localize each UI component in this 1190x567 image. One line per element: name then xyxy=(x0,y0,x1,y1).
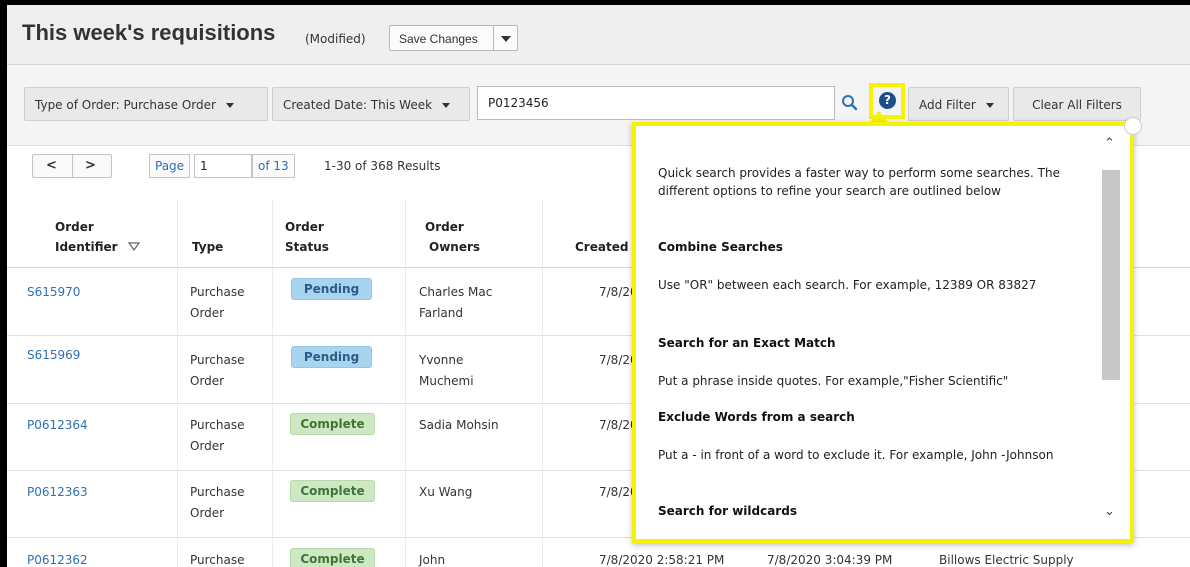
type-cell: Purchase Order xyxy=(190,415,245,457)
owner-line: Yvonne xyxy=(419,353,464,367)
type-line: Purchase xyxy=(190,353,245,367)
popover-scrollbar[interactable]: ⌃ ⌄ xyxy=(1100,134,1122,529)
column-divider xyxy=(405,200,406,567)
owner-cell: Sadia Mohsin xyxy=(419,418,499,432)
type-line: Purchase xyxy=(190,485,245,499)
scrollbar-thumb[interactable] xyxy=(1102,170,1120,380)
chevron-down-icon[interactable]: ⌄ xyxy=(1104,504,1115,519)
chevron-down-icon xyxy=(985,103,994,108)
owner-cell: Xu Wang xyxy=(419,485,473,499)
type-line: Purchase xyxy=(190,285,245,299)
updated-cell: 7/8/2020 3:04:39 PM xyxy=(767,553,893,567)
chevron-up-icon[interactable]: ⌃ xyxy=(1104,136,1115,151)
created-date-filter[interactable]: Created Date: This Week xyxy=(272,87,470,121)
type-of-order-label: Type of Order: Purchase Order xyxy=(35,98,216,112)
modified-label: (Modified) xyxy=(305,32,366,46)
popover-heading: Combine Searches xyxy=(658,240,783,254)
popover-arrow xyxy=(870,111,888,122)
page-nav-buttons: < > xyxy=(32,154,112,178)
page-number-input[interactable]: 1 xyxy=(194,154,252,178)
page-title: This week's requisitions xyxy=(22,20,276,45)
header-line: Identifier xyxy=(55,237,140,257)
chevron-down-icon xyxy=(501,36,511,42)
type-cell: Purchase Order xyxy=(190,482,245,524)
type-line: Order xyxy=(190,439,225,453)
header-line: Owners xyxy=(429,240,481,254)
column-divider xyxy=(542,200,543,567)
popover-section-text: Use "OR" between each search. For exampl… xyxy=(658,278,1037,292)
status-badge: Complete xyxy=(290,480,375,502)
header-text: Identifier xyxy=(55,240,118,254)
quick-search-input[interactable]: P0123456 xyxy=(477,86,835,120)
status-badge: Complete xyxy=(290,413,375,435)
owner-cell: Charles Mac Farland xyxy=(419,282,492,324)
add-filter-label: Add Filter xyxy=(919,98,976,112)
search-icon[interactable] xyxy=(841,94,859,112)
owner-line: Charles Mac xyxy=(419,285,493,299)
quick-search-help-popover: Quick search provides a faster way to pe… xyxy=(632,122,1134,543)
col-header-order-identifier[interactable]: Order Identifier xyxy=(55,217,140,257)
col-header-order-owners[interactable]: Order Owners xyxy=(425,217,480,257)
chevron-down-icon xyxy=(225,103,234,108)
header-line: Status xyxy=(285,240,329,254)
save-changes-button[interactable]: Save Changes xyxy=(389,25,494,51)
owner-line: Muchemi xyxy=(419,374,474,388)
title-bar: This week's requisitions (Modified) Save… xyxy=(7,5,1190,65)
popover-close-icon[interactable] xyxy=(1124,117,1142,135)
type-of-order-filter[interactable]: Type of Order: Purchase Order xyxy=(24,87,268,121)
created-cell: 7/8/2020 2:58:21 PM xyxy=(599,553,725,567)
header-line: Order xyxy=(285,220,324,234)
status-badge: Pending xyxy=(291,346,372,368)
order-id-link[interactable]: P0612364 xyxy=(27,415,88,436)
add-filter-button[interactable]: Add Filter xyxy=(908,87,1009,121)
order-id-link[interactable]: P0612363 xyxy=(27,482,88,503)
owner-line: Farland xyxy=(419,306,463,320)
type-line: Order xyxy=(190,506,225,520)
type-line: Purchase xyxy=(190,418,245,432)
sort-triangle-icon[interactable] xyxy=(127,242,140,252)
prev-page-button[interactable]: < xyxy=(46,158,57,173)
owner-cell: John xyxy=(419,553,446,567)
popover-heading: Search for an Exact Match xyxy=(658,336,836,350)
order-id-link[interactable]: S615970 xyxy=(27,282,80,303)
header-line: Order xyxy=(425,220,464,234)
type-line: Order xyxy=(190,306,225,320)
column-divider xyxy=(272,200,273,567)
results-count: 1-30 of 368 Results xyxy=(324,159,441,173)
divider xyxy=(72,155,73,177)
popover-heading: Exclude Words from a search xyxy=(658,410,855,424)
status-badge: Complete xyxy=(290,548,375,567)
save-options-dropdown[interactable] xyxy=(494,25,518,51)
type-cell: Purchase xyxy=(190,553,245,567)
created-date-label: Created Date: This Week xyxy=(283,98,433,112)
column-divider xyxy=(177,200,178,567)
popover-heading: Search for wildcards xyxy=(658,504,797,518)
clear-all-filters-button[interactable]: Clear All Filters xyxy=(1013,87,1141,121)
header-line: Order xyxy=(55,220,94,234)
supplier-cell: Billows Electric Supply xyxy=(939,553,1074,567)
type-line: Order xyxy=(190,374,225,388)
type-cell: Purchase Order xyxy=(190,282,245,324)
popover-section-text: Put a phrase inside quotes. For example,… xyxy=(658,374,1009,388)
order-id-link[interactable]: P0612362 xyxy=(27,550,88,567)
page-count: of 13 xyxy=(252,154,295,178)
chevron-down-icon xyxy=(441,103,450,108)
col-header-type[interactable]: Type xyxy=(192,237,223,257)
owner-cell: Yvonne Muchemi xyxy=(419,350,474,392)
order-id-link[interactable]: S615969 xyxy=(27,345,80,366)
page-label: Page xyxy=(149,154,191,178)
status-badge: Pending xyxy=(291,278,372,300)
popover-intro: Quick search provides a faster way to pe… xyxy=(658,166,1060,198)
col-header-order-status[interactable]: Order Status xyxy=(285,217,329,257)
type-cell: Purchase Order xyxy=(190,350,245,392)
question-icon: ? xyxy=(879,92,896,109)
popover-section-text: Put a - in front of a word to exclude it… xyxy=(658,448,1054,462)
next-page-button[interactable]: > xyxy=(85,158,96,173)
